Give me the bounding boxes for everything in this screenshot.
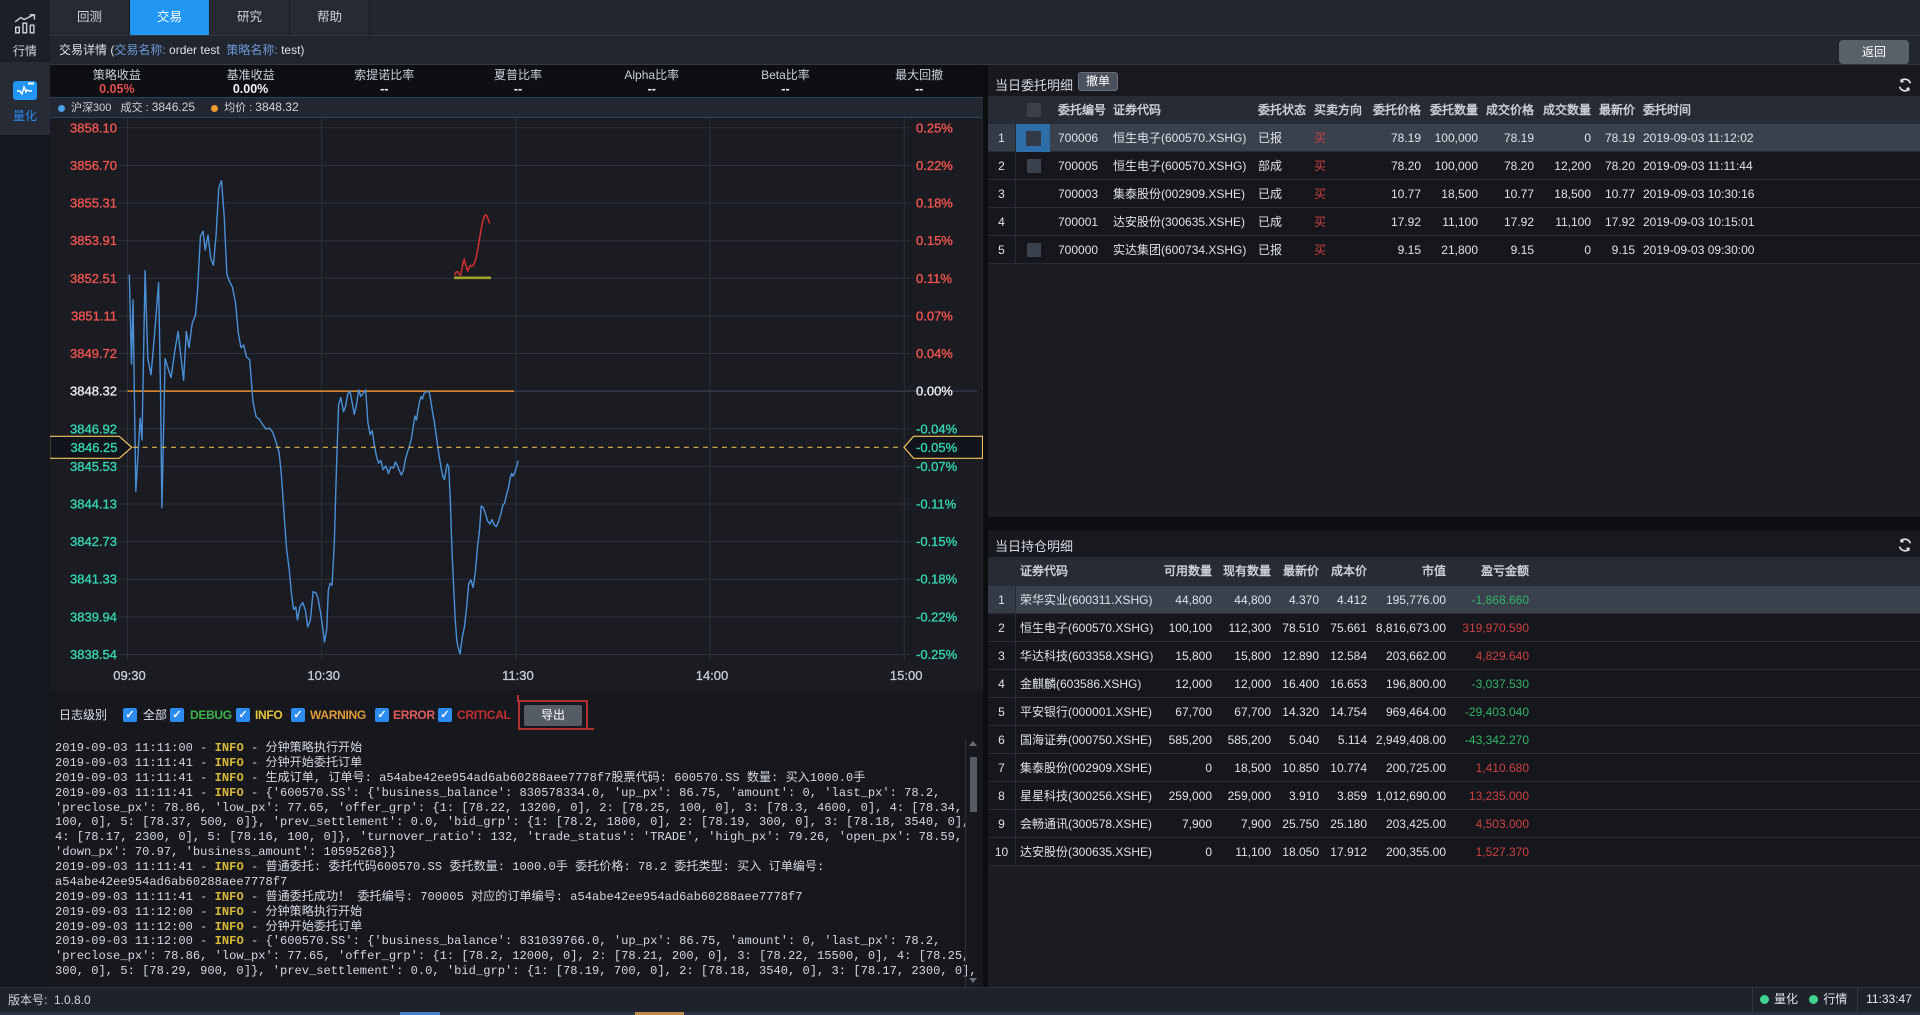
svg-text:3848.32: 3848.32	[70, 384, 117, 399]
svg-text:3849.72: 3849.72	[70, 346, 117, 361]
svg-text:0.11%: 0.11%	[916, 271, 952, 286]
svg-text:3842.73: 3842.73	[70, 534, 117, 549]
svg-text:0.15%: 0.15%	[916, 233, 953, 248]
svg-text:3852.51: 3852.51	[70, 271, 117, 286]
svg-text:3856.70: 3856.70	[70, 158, 117, 173]
svg-text:3841.33: 3841.33	[70, 572, 117, 587]
svg-text:3846.25: 3846.25	[71, 440, 118, 455]
svg-text:-0.18%: -0.18%	[916, 572, 958, 587]
svg-text:3839.94: 3839.94	[70, 609, 117, 624]
svg-text:-0.07%: -0.07%	[916, 459, 958, 474]
svg-text:0.00%: 0.00%	[916, 384, 953, 399]
svg-text:-0.25%: -0.25%	[916, 647, 958, 662]
svg-text:-0.15%: -0.15%	[916, 534, 958, 549]
svg-text:3845.53: 3845.53	[70, 459, 117, 474]
svg-text:0.04%: 0.04%	[916, 346, 953, 361]
svg-text:0.22%: 0.22%	[916, 158, 953, 173]
svg-text:0.07%: 0.07%	[916, 308, 953, 323]
svg-text:3855.31: 3855.31	[70, 196, 117, 211]
svg-text:3851.11: 3851.11	[71, 308, 117, 323]
svg-text:0.18%: 0.18%	[916, 196, 953, 211]
svg-text:3846.92: 3846.92	[70, 421, 117, 436]
svg-text:-0.11%: -0.11%	[916, 497, 957, 512]
svg-text:3838.54: 3838.54	[70, 647, 117, 662]
svg-text:-0.05%: -0.05%	[916, 440, 958, 455]
svg-text:11:30: 11:30	[502, 668, 534, 683]
svg-text:15:00: 15:00	[890, 668, 923, 683]
svg-text:0.25%: 0.25%	[916, 120, 953, 135]
svg-text:-0.22%: -0.22%	[916, 609, 958, 624]
svg-text:3858.10: 3858.10	[70, 120, 117, 135]
svg-text:14:00: 14:00	[696, 668, 729, 683]
svg-text:-0.04%: -0.04%	[916, 421, 958, 436]
svg-text:10:30: 10:30	[307, 668, 340, 683]
svg-text:09:30: 09:30	[113, 668, 146, 683]
svg-text:3844.13: 3844.13	[70, 497, 117, 512]
svg-text:3853.91: 3853.91	[70, 233, 117, 248]
